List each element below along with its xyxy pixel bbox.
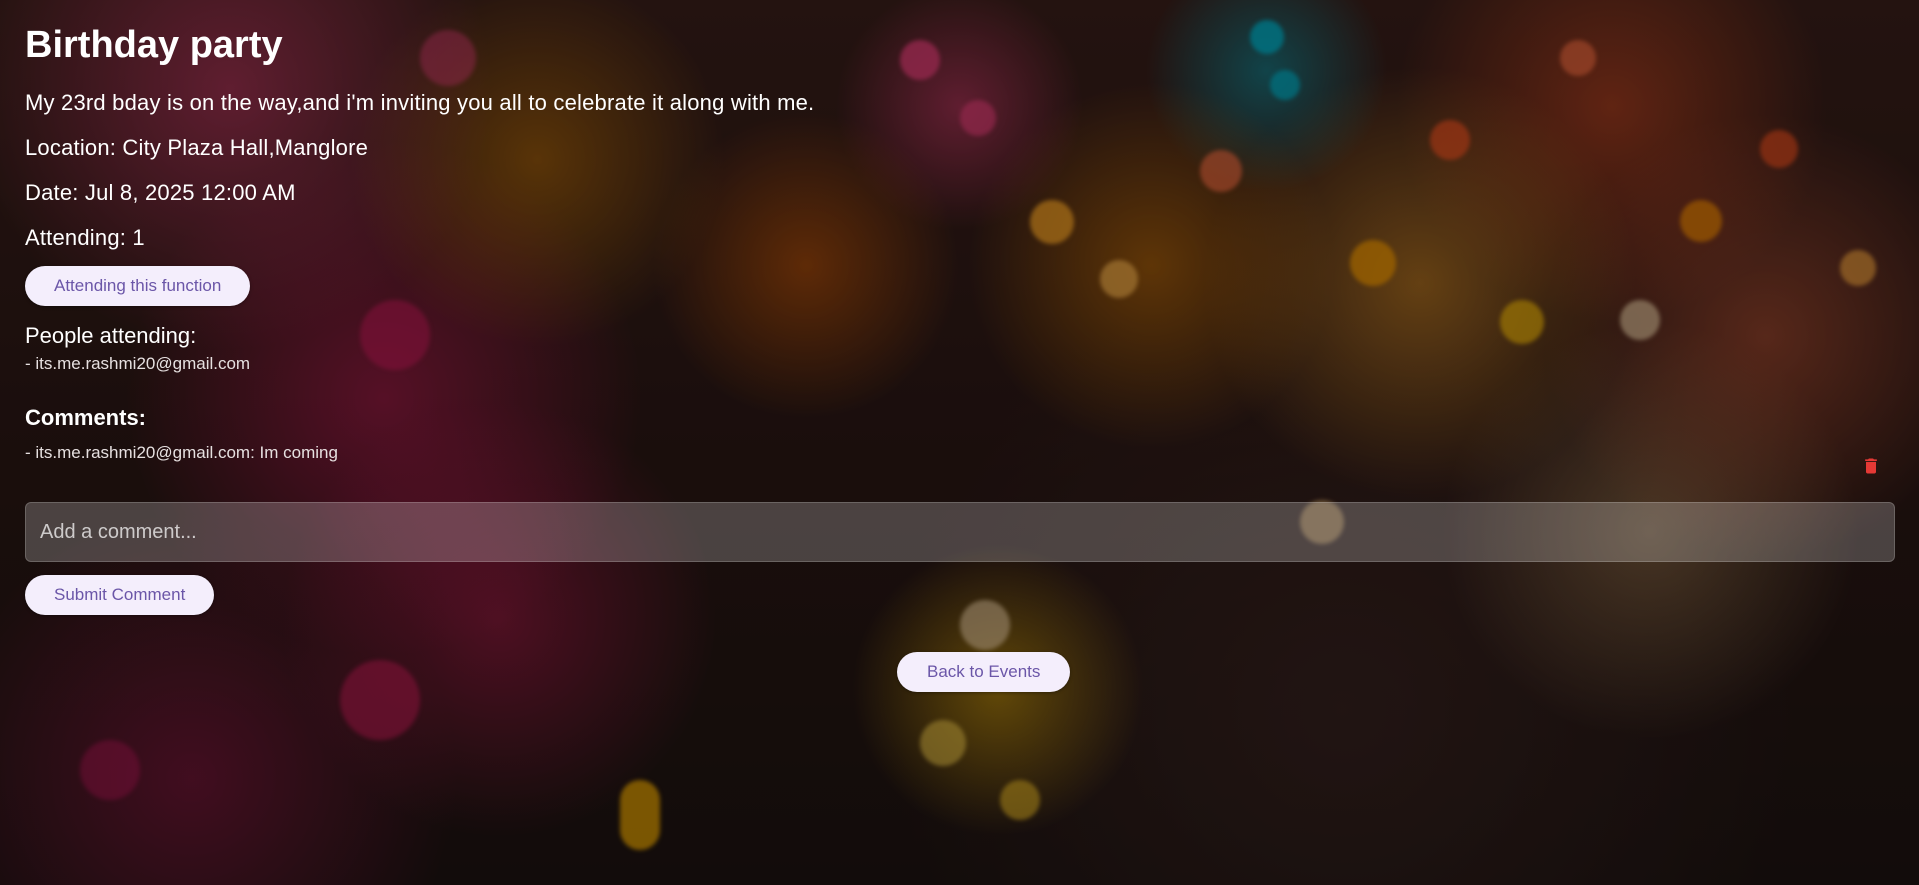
event-title: Birthday party <box>25 24 283 66</box>
submit-comment-button[interactable]: Submit Comment <box>25 575 215 615</box>
trash-icon[interactable] <box>1861 454 1881 478</box>
comment-input[interactable] <box>25 502 1895 562</box>
attending-count: Attending: 1 <box>25 225 145 250</box>
comment-item: - its.me.rashmi20@gmail.com: Im coming <box>25 443 338 462</box>
event-date: Date: Jul 8, 2025 12:00 AM <box>25 180 296 205</box>
attend-button[interactable]: Attending this function <box>25 266 251 306</box>
attendee-item: - its.me.rashmi20@gmail.com <box>25 354 251 373</box>
back-to-events-button[interactable]: Back to Events <box>897 652 1071 692</box>
people-attending-heading: People attending: <box>25 323 197 348</box>
comments-heading: Comments: <box>25 405 147 430</box>
event-description: My 23rd bday is on the way,and i'm invit… <box>25 90 815 115</box>
event-location: Location: City Plaza Hall,Manglore <box>25 135 369 160</box>
